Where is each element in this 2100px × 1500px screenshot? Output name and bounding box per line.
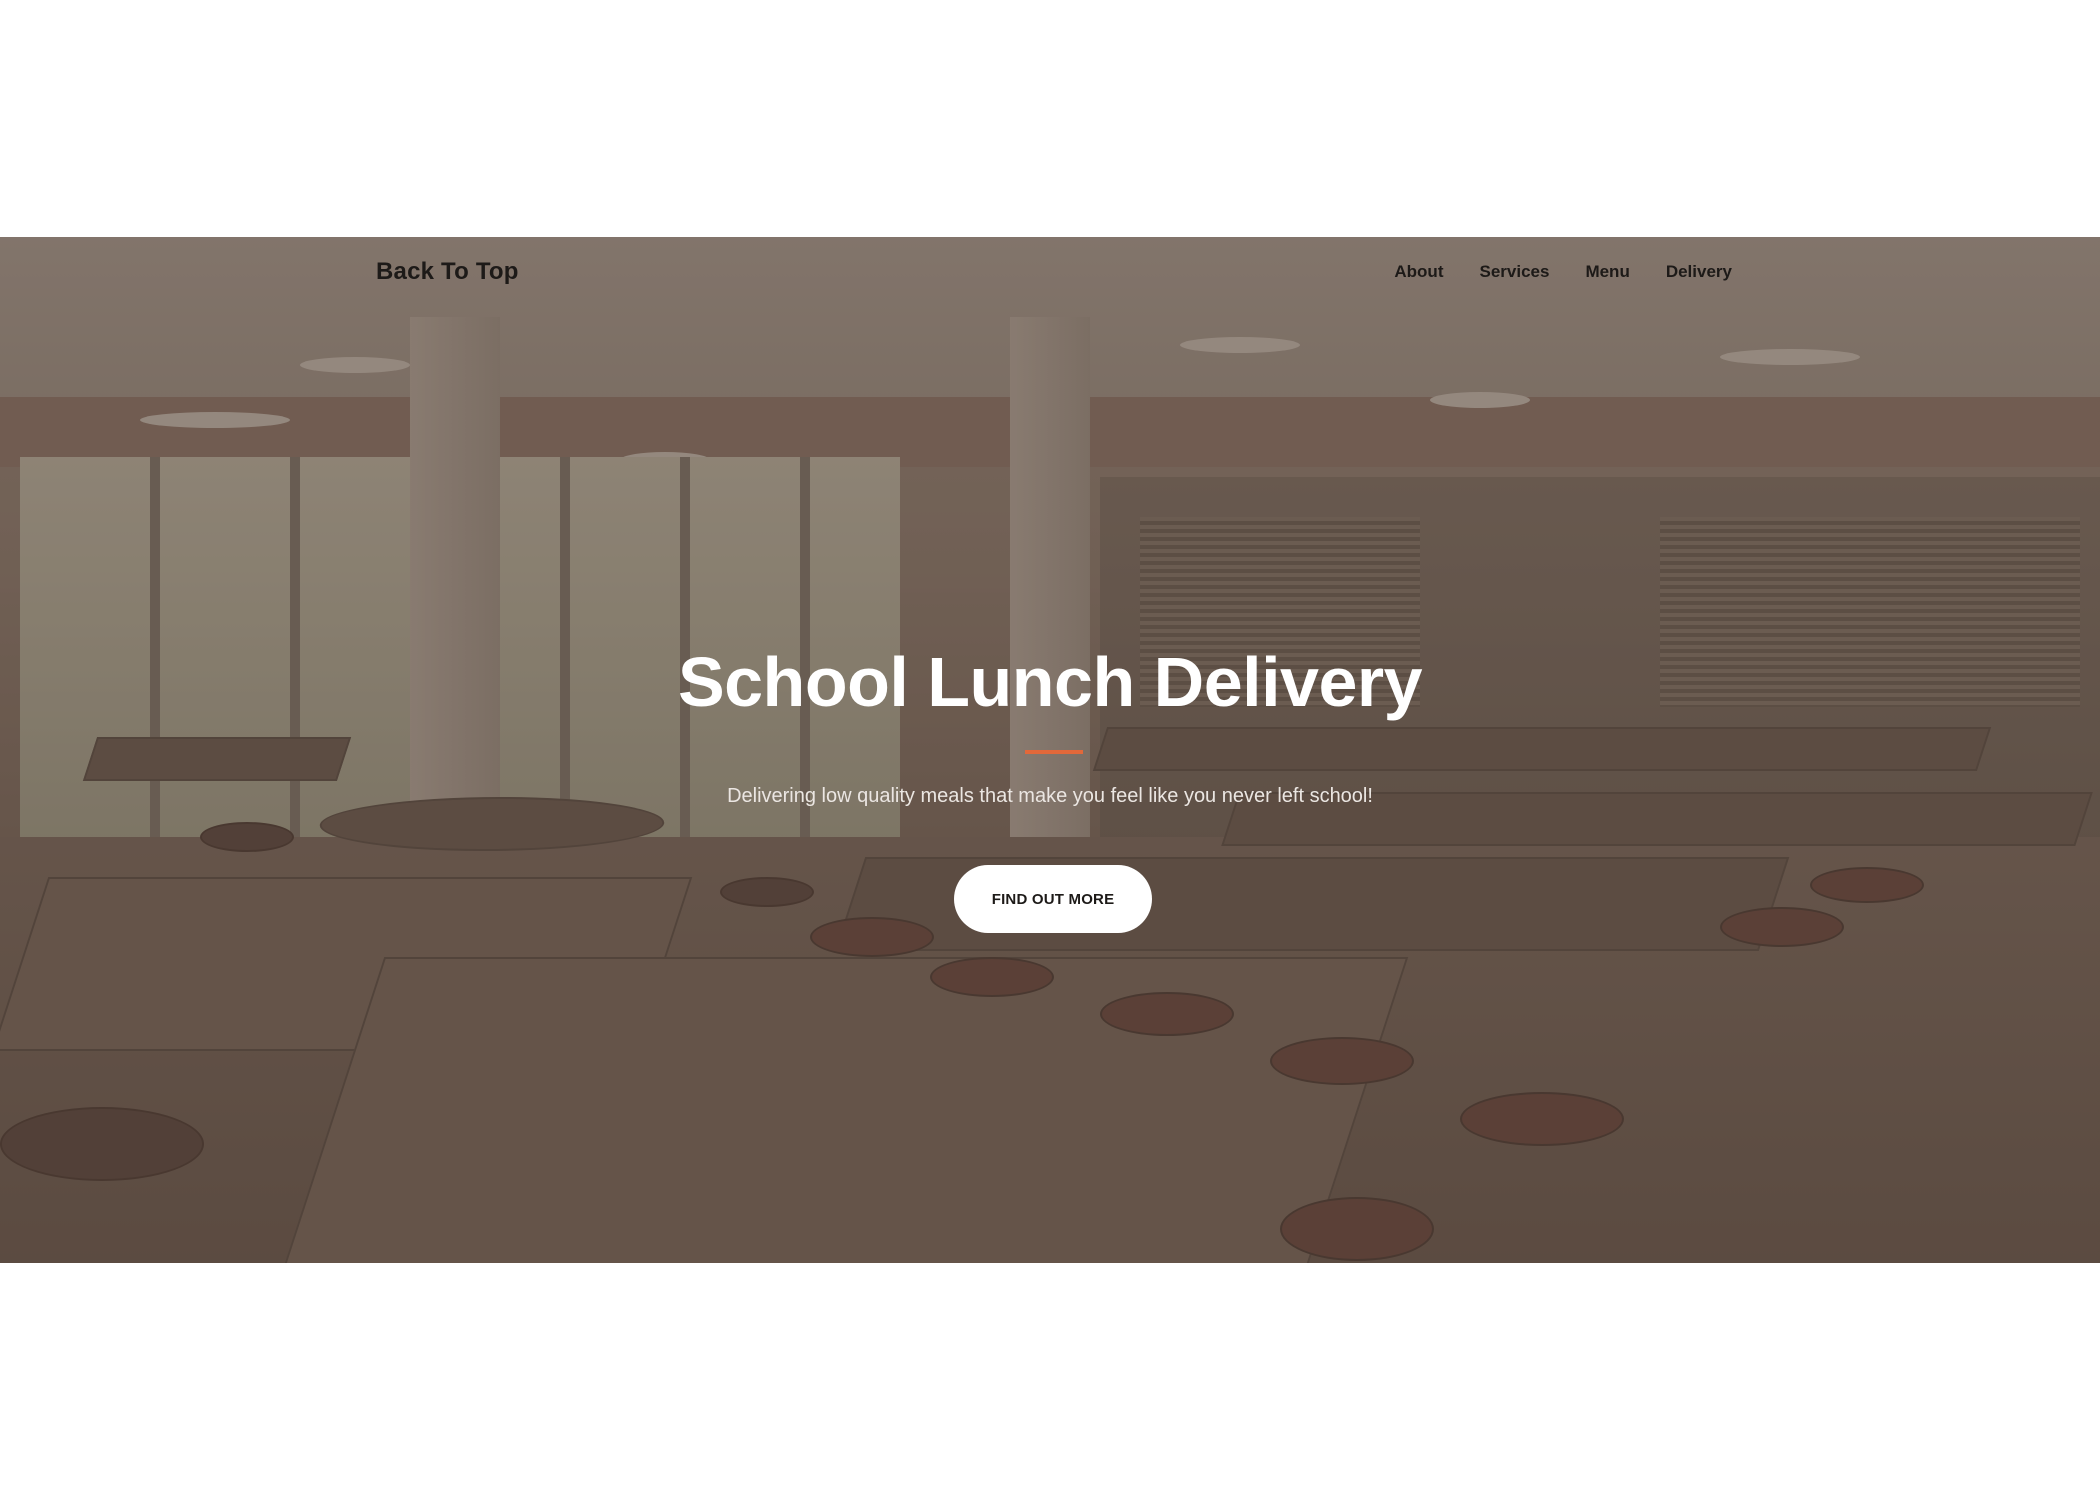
hero-subtitle: Delivering low quality meals that make y… [727,785,1373,807]
find-out-more-button[interactable]: FIND OUT MORE [954,865,1152,933]
hero-content: School Lunch Delivery Delivering low qua… [0,237,2100,1263]
hero-divider [1025,750,1083,754]
hero-title: School Lunch Delivery [677,643,1423,721]
page: Back To Top About Services Menu Delivery… [0,0,2100,1500]
